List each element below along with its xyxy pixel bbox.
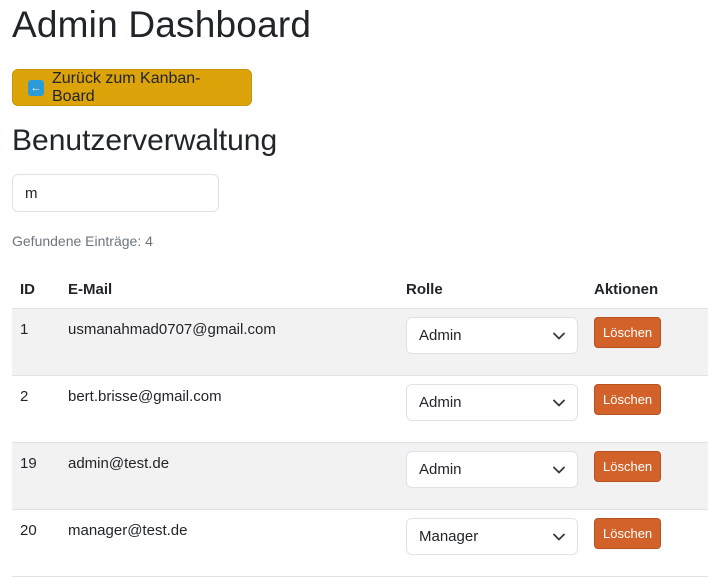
chevron-down-icon [553, 466, 565, 473]
role-select[interactable]: Admin [406, 317, 578, 354]
actions-cell: Löschen [586, 509, 708, 577]
user-id: 2 [12, 375, 60, 443]
user-id: 1 [12, 308, 60, 376]
delete-button[interactable]: Löschen [594, 451, 662, 482]
back-to-kanban-button[interactable]: ← Zurück zum Kanban-Board [12, 69, 252, 106]
delete-button[interactable]: Löschen [594, 518, 662, 549]
role-cell: Admin [398, 308, 586, 376]
table-row: 19 admin@test.de Admin Löschen [12, 442, 708, 510]
left-arrow-icon: ← [28, 79, 44, 96]
user-email: usmanahmad0707@gmail.com [60, 308, 398, 376]
header-email: E-Mail [60, 270, 398, 309]
delete-button[interactable]: Löschen [594, 317, 662, 348]
table-row: 1 usmanahmad0707@gmail.com Admin Löschen [12, 308, 708, 376]
search-input[interactable] [12, 174, 219, 212]
header-actions: Aktionen [586, 270, 708, 309]
actions-cell: Löschen [586, 442, 708, 510]
table-row: 2 bert.brisse@gmail.com Admin Löschen [12, 375, 708, 443]
role-cell: Admin [398, 375, 586, 443]
role-value: Manager [419, 528, 479, 545]
delete-button[interactable]: Löschen [594, 384, 662, 415]
role-select[interactable]: Manager [406, 518, 578, 555]
role-value: Admin [419, 461, 462, 478]
page-title: Admin Dashboard [12, 4, 312, 45]
header-id: ID [12, 270, 60, 309]
role-cell: Admin [398, 442, 586, 510]
user-id: 19 [12, 442, 60, 510]
user-email: manager@test.de [60, 509, 398, 577]
user-id: 20 [12, 509, 60, 577]
table-header-row: ID E-Mail Rolle Aktionen [12, 270, 708, 309]
actions-cell: Löschen [586, 375, 708, 443]
user-email: bert.brisse@gmail.com [60, 375, 398, 443]
results-count: Gefundene Einträge: 4 [12, 233, 153, 249]
actions-cell: Löschen [586, 308, 708, 376]
chevron-down-icon [553, 399, 565, 406]
chevron-down-icon [553, 533, 565, 540]
back-button-label: Zurück zum Kanban-Board [52, 69, 201, 105]
role-select[interactable]: Admin [406, 384, 578, 421]
role-value: Admin [419, 327, 462, 344]
user-email: admin@test.de [60, 442, 398, 510]
role-select[interactable]: Admin [406, 451, 578, 488]
header-role: Rolle [398, 270, 586, 309]
users-table: ID E-Mail Rolle Aktionen 1 usmanahmad070… [12, 270, 708, 577]
role-value: Admin [419, 394, 462, 411]
table-row: 20 manager@test.de Manager Löschen [12, 509, 708, 577]
role-cell: Manager [398, 509, 586, 577]
section-title: Benutzerverwaltung [12, 124, 278, 157]
chevron-down-icon [553, 332, 565, 339]
